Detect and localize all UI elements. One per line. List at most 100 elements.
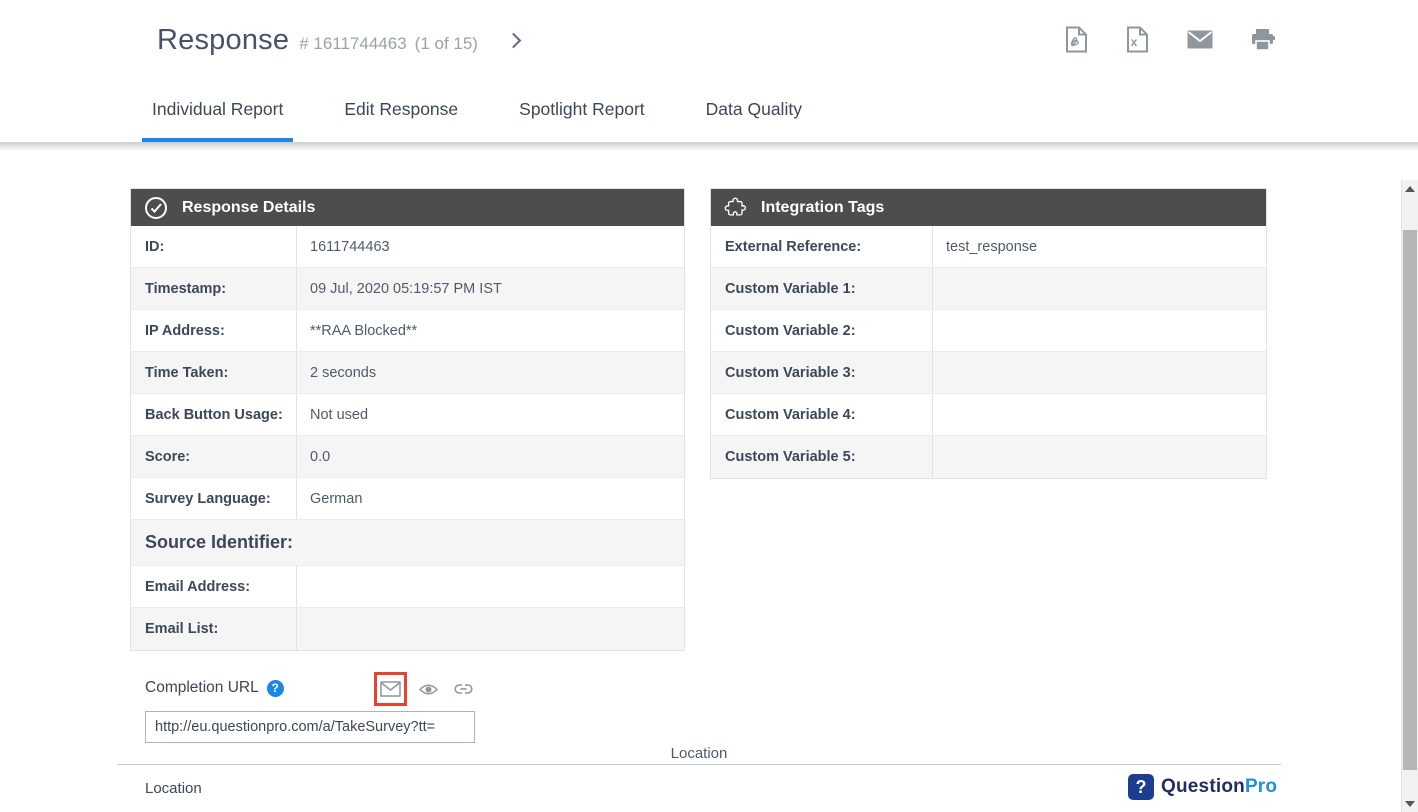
eye-icon [419,683,438,696]
logo-text-pro: Pro [1245,776,1277,797]
tabbar-shadow [0,142,1418,151]
row-value [297,566,684,607]
svg-text:x: x [1131,35,1138,49]
row-label: Time Taken: [131,352,297,393]
row-value: 2 seconds [297,352,684,393]
completion-url-actions [374,672,473,706]
logo-text-question: Question [1161,776,1245,797]
response-details-table: Response Details ID: 1611744463 Timestam… [130,188,685,651]
preview-url-button[interactable] [419,683,438,696]
completion-url-label: Completion URL [145,679,259,697]
email-completion-url-button[interactable] [374,672,407,706]
row-label: Custom Variable 3: [711,352,933,393]
export-excel-button[interactable]: x [1126,26,1149,53]
row-value: 0.0 [297,436,684,477]
questionpro-logo-text: QuestionPro [1161,776,1277,798]
row-label: Back Button Usage: [131,394,297,435]
scroll-down-button[interactable] [1402,795,1418,812]
row-value: 1611744463 [297,226,684,267]
integration-tags-header: Integration Tags [711,189,1266,226]
row-label: Custom Variable 5: [711,436,933,478]
scroll-up-button[interactable] [1402,180,1418,197]
table-row: External Reference: test_response [711,226,1266,268]
vertical-scrollbar[interactable] [1401,180,1418,812]
table-row: Custom Variable 3: [711,352,1266,394]
row-label: Custom Variable 2: [711,310,933,351]
section-divider [118,764,1281,765]
tab-individual-report[interactable]: Individual Report [142,80,293,142]
completion-url-input[interactable] [145,711,475,743]
row-value: 09 Jul, 2020 05:19:57 PM IST [297,268,684,309]
response-details-header: Response Details [131,189,684,226]
row-label: Timestamp: [131,268,297,309]
table-row: Custom Variable 2: [711,310,1266,352]
table-row: Custom Variable 5: [711,436,1266,478]
tab-data-quality[interactable]: Data Quality [696,80,812,142]
response-details-title: Response Details [182,199,315,217]
triangle-down-icon [1405,801,1415,807]
response-count: (1 of 15) [415,34,478,54]
row-value: German [297,478,684,519]
row-value: **RAA Blocked** [297,310,684,351]
table-row: Email List: [131,608,684,650]
integration-tags-table: Integration Tags External Reference: tes… [710,188,1267,479]
tab-spotlight-report[interactable]: Spotlight Report [509,80,655,142]
row-value [933,436,1266,478]
excel-file-icon: x [1126,26,1149,53]
row-label: IP Address: [131,310,297,351]
copy-link-button[interactable] [454,683,473,695]
pdf-file-icon [1065,26,1088,53]
row-label: Email Address: [131,566,297,607]
table-row: Back Button Usage: Not used [131,394,684,436]
help-icon[interactable]: ? [267,680,284,697]
row-label: External Reference: [711,226,933,267]
location-section-title: Location [0,745,1398,762]
next-response-chevron-icon[interactable] [506,33,522,49]
row-label: Survey Language: [131,478,297,519]
source-identifier-section-header: Source Identifier: [131,520,684,566]
email-response-button[interactable] [1187,30,1213,49]
table-row: Custom Variable 1: [711,268,1266,310]
scrollbar-thumb[interactable] [1403,230,1417,770]
print-button[interactable] [1251,29,1275,51]
row-label: Custom Variable 4: [711,394,933,435]
tab-edit-response[interactable]: Edit Response [334,80,468,142]
questionpro-logo[interactable]: ? QuestionPro [1128,774,1277,800]
table-row: Timestamp: 09 Jul, 2020 05:19:57 PM IST [131,268,684,310]
row-label: ID: [131,226,297,267]
row-label: Custom Variable 1: [711,268,933,309]
report-tabs: Individual Report Edit Response Spotligh… [142,80,853,142]
download-pdf-button[interactable] [1065,26,1088,53]
table-row: Custom Variable 4: [711,394,1266,436]
table-row: Email Address: [131,566,684,608]
row-value [933,268,1266,309]
questionpro-logo-mark-icon: ? [1128,774,1154,800]
printer-icon [1251,29,1275,51]
check-circle-icon [144,196,168,220]
row-value [933,352,1266,393]
envelope-outline-icon [380,681,401,697]
table-row: Survey Language: German [131,478,684,520]
top-header: Response # 1611744463 (1 of 15) x [0,0,1418,80]
table-row: Time Taken: 2 seconds [131,352,684,394]
envelope-icon [1187,30,1213,49]
puzzle-icon [724,196,747,219]
completion-url-group: Completion URL ? [145,679,284,697]
row-label: Score: [131,436,297,477]
row-value [933,394,1266,435]
link-icon [454,683,473,695]
location-label: Location [145,780,202,797]
page-title: Response [157,24,289,57]
row-value [297,608,684,650]
row-label: Email List: [131,608,297,650]
table-row: ID: 1611744463 [131,226,684,268]
row-value: test_response [933,226,1266,267]
response-number: # 1611744463 [299,34,406,54]
integration-tags-title: Integration Tags [761,199,884,217]
table-row: Score: 0.0 [131,436,684,478]
triangle-up-icon [1405,186,1415,192]
header-actions: x [1065,26,1275,53]
table-row: IP Address: **RAA Blocked** [131,310,684,352]
row-value: Not used [297,394,684,435]
title-group: Response # 1611744463 (1 of 15) [157,24,478,57]
